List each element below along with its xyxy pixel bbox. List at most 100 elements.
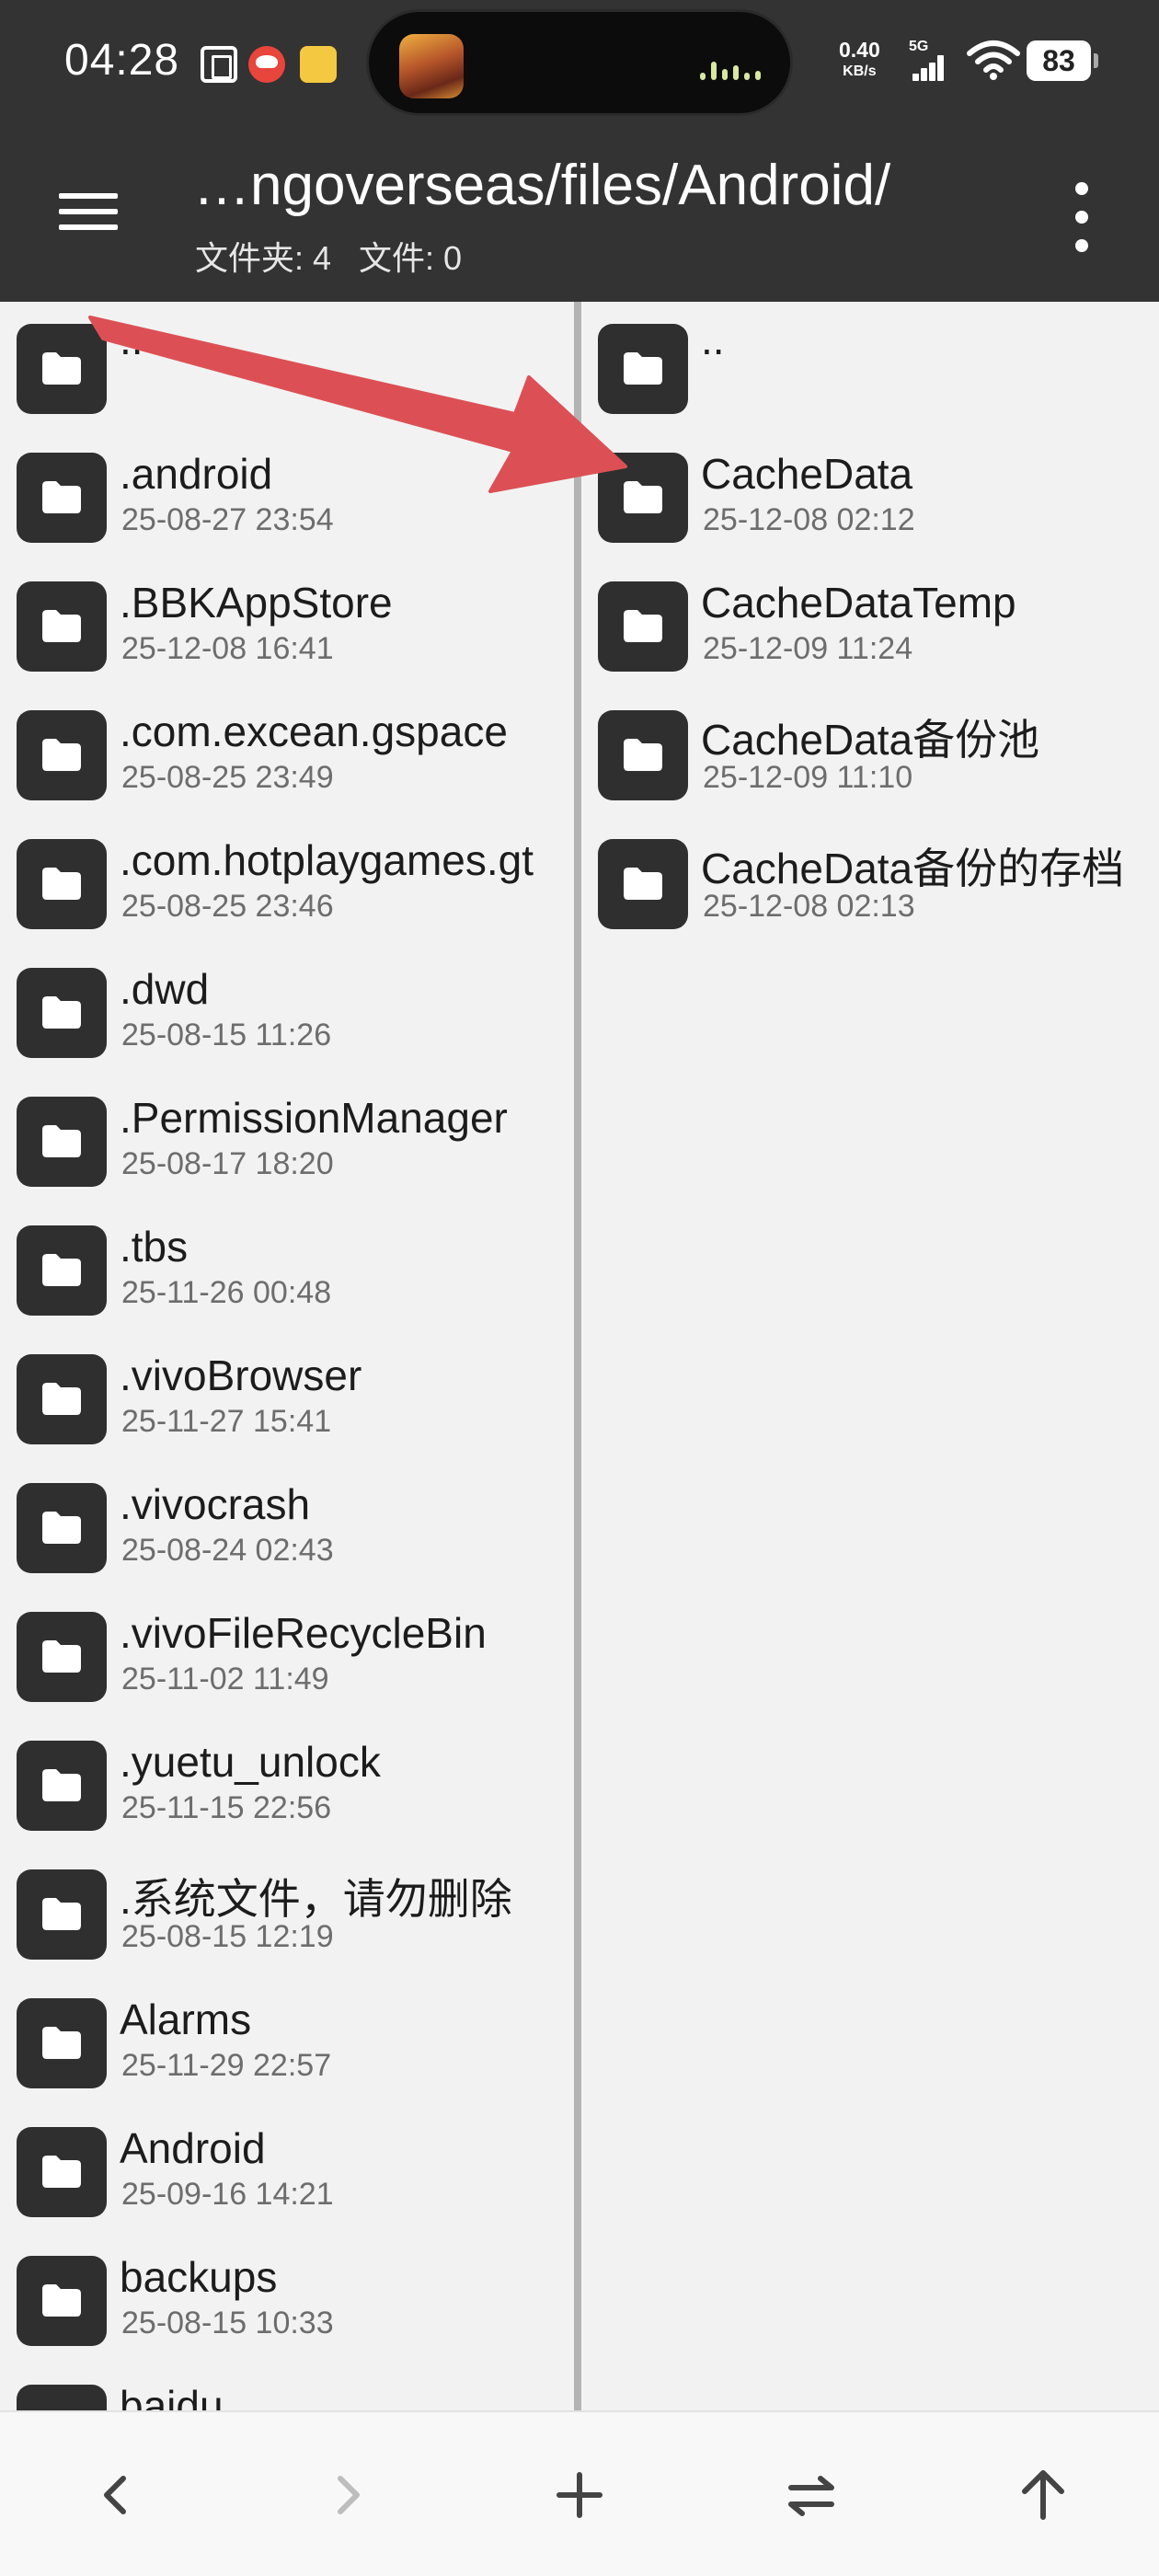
app-bar: …ngoverseas/files/Android/ 文件夹: 4 文件: 0 xyxy=(0,129,1159,302)
folder-file-count: 文件夹: 4 文件: 0 xyxy=(195,239,463,277)
yellow-app-icon xyxy=(300,46,337,83)
folder-icon xyxy=(17,453,107,543)
folder-name: .vivoFileRecycleBin xyxy=(120,1609,487,1657)
folder-date: 25-08-15 10:33 xyxy=(121,2306,334,2340)
folder-row[interactable]: .PermissionManager 25-08-17 18:20 xyxy=(0,1075,574,1203)
folder-date: 25-08-15 11:26 xyxy=(121,1018,332,1052)
folder-row[interactable]: CacheData备份的存档 25-12-08 02:13 xyxy=(581,817,1159,946)
folder-date: 25-11-02 11:49 xyxy=(121,1662,329,1696)
folder-row[interactable]: Android 25-09-16 14:21 xyxy=(0,2105,574,2234)
menu-icon[interactable] xyxy=(55,184,121,239)
folder-date: 25-08-27 23:54 xyxy=(121,502,334,537)
folder-icon xyxy=(17,1612,107,1702)
folder-icon xyxy=(598,710,688,800)
folder-name: CacheData备份池 xyxy=(701,716,1040,764)
net-speed: 0.40 KB/s xyxy=(839,39,880,83)
folder-row[interactable]: Alarms 25-11-29 22:57 xyxy=(0,1976,574,2105)
folder-icon xyxy=(17,1741,107,1831)
folder-name: backups xyxy=(120,2253,278,2301)
add-icon xyxy=(557,2472,602,2518)
folder-row[interactable]: CacheData 25-12-08 02:12 xyxy=(581,431,1159,559)
forward-icon xyxy=(338,2476,360,2514)
folder-icon xyxy=(17,710,107,800)
folder-icon xyxy=(17,2127,107,2217)
folder-row[interactable]: baidu xyxy=(0,2363,574,2410)
path-title[interactable]: …ngoverseas/files/Android/ xyxy=(193,153,1003,218)
folder-name: .vivoBrowser xyxy=(120,1351,362,1399)
folder-name: .PermissionManager xyxy=(120,1094,508,1142)
forward-button[interactable] xyxy=(311,2458,384,2532)
up-button[interactable] xyxy=(1006,2458,1080,2532)
net-speed-value: 0.40 xyxy=(839,38,880,62)
folder-name: .系统文件，请勿删除 xyxy=(120,1875,512,1923)
folder-row[interactable]: CacheDataTemp 25-12-09 11:24 xyxy=(581,559,1159,688)
folder-icon xyxy=(17,1225,107,1316)
folder-row[interactable]: .vivoBrowser 25-11-27 15:41 xyxy=(0,1332,574,1461)
folder-date: 25-08-17 18:20 xyxy=(121,1146,334,1181)
swap-button[interactable] xyxy=(775,2458,848,2532)
signal-icon xyxy=(912,55,946,81)
folder-icon xyxy=(17,839,107,929)
folder-row[interactable]: .yuetu_unlock 25-11-15 22:56 xyxy=(0,1719,574,1847)
folder-name: .yuetu_unlock xyxy=(120,1738,381,1786)
folder-row[interactable]: .系统文件，请勿删除 25-08-15 12:19 xyxy=(0,1847,574,1976)
folder-row[interactable]: .vivoFileRecycleBin 25-11-02 11:49 xyxy=(0,1590,574,1719)
parent-directory-row[interactable]: .. xyxy=(581,302,1159,431)
folder-name: baidu xyxy=(120,2382,224,2410)
folder-name: .android xyxy=(120,450,273,498)
folder-date: 25-08-25 23:46 xyxy=(121,889,334,924)
folder-row[interactable]: backups 25-08-15 10:33 xyxy=(0,2234,574,2363)
folder-name: .com.excean.gspace xyxy=(120,707,508,755)
folder-row[interactable]: .dwd 25-08-15 11:26 xyxy=(0,946,574,1075)
folder-date: 25-12-08 16:41 xyxy=(121,631,334,666)
left-pane[interactable]: .. .android 25-08-27 23:54 .BBKAppStore 25-1… xyxy=(0,302,574,2410)
game-thumbnail xyxy=(399,34,464,98)
folder-icon xyxy=(598,581,688,672)
back-icon xyxy=(104,2476,126,2514)
folder-icon xyxy=(598,453,688,543)
folder-date: 25-08-24 02:43 xyxy=(121,1533,334,1568)
folder-name: CacheData备份的存档 xyxy=(701,845,1125,892)
battery-icon: 83 xyxy=(1027,40,1098,81)
folder-date: 25-08-25 23:49 xyxy=(121,760,334,795)
folder-row[interactable]: .android 25-08-27 23:54 xyxy=(0,431,574,559)
right-pane[interactable]: .. CacheData 25-12-08 02:12 CacheDataTemp 25… xyxy=(581,302,1159,2410)
tuan-icon xyxy=(201,46,237,83)
folder-date: 25-12-08 02:13 xyxy=(703,889,915,924)
folder-name: CacheData xyxy=(701,450,913,498)
status-time: 04:28 xyxy=(64,36,180,85)
folder-icon xyxy=(17,1483,107,1573)
folder-icon xyxy=(17,324,107,414)
folder-icon xyxy=(598,839,688,929)
more-vert-icon[interactable] xyxy=(1067,180,1096,254)
pane-divider[interactable] xyxy=(574,302,581,2410)
folder-icon xyxy=(17,1354,107,1444)
folder-row[interactable]: .BBKAppStore 25-12-08 16:41 xyxy=(0,559,574,688)
folder-date: 25-12-09 11:10 xyxy=(703,760,913,795)
audio-wave-icon xyxy=(700,58,764,80)
folder-row[interactable]: .tbs 25-11-26 00:48 xyxy=(0,1203,574,1332)
folder-name: .com.hotplaygames.gt xyxy=(120,836,534,884)
folder-row[interactable]: .com.hotplaygames.gt 25-08-25 23:46 xyxy=(0,817,574,946)
folder-icon xyxy=(17,2256,107,2346)
swap-icon xyxy=(788,2476,834,2516)
folder-date: 25-11-15 22:56 xyxy=(121,1790,332,1825)
folder-icon xyxy=(17,968,107,1058)
status-bar: 04:28 0.40 KB/s 5G 83 xyxy=(0,0,1159,129)
folder-name: .dwd xyxy=(120,965,210,1013)
dynamic-island[interactable] xyxy=(366,9,793,116)
add-button[interactable] xyxy=(543,2458,616,2532)
folder-icon xyxy=(17,581,107,672)
folder-date: 25-11-27 15:41 xyxy=(121,1404,332,1439)
folder-row[interactable]: .com.excean.gspace 25-08-25 23:49 xyxy=(0,688,574,817)
network-type: 5G xyxy=(909,39,929,54)
folder-row[interactable]: .vivocrash 25-08-24 02:43 xyxy=(0,1461,574,1590)
folder-date: 25-12-08 02:12 xyxy=(703,502,915,537)
folder-icon xyxy=(598,324,688,414)
folder-name: .vivocrash xyxy=(120,1480,311,1528)
wifi-icon xyxy=(967,40,1020,80)
parent-directory-row[interactable]: .. xyxy=(0,302,574,431)
folder-date: 25-08-15 12:19 xyxy=(121,1919,334,1954)
folder-row[interactable]: CacheData备份池 25-12-09 11:10 xyxy=(581,688,1159,817)
back-button[interactable] xyxy=(79,2458,153,2532)
